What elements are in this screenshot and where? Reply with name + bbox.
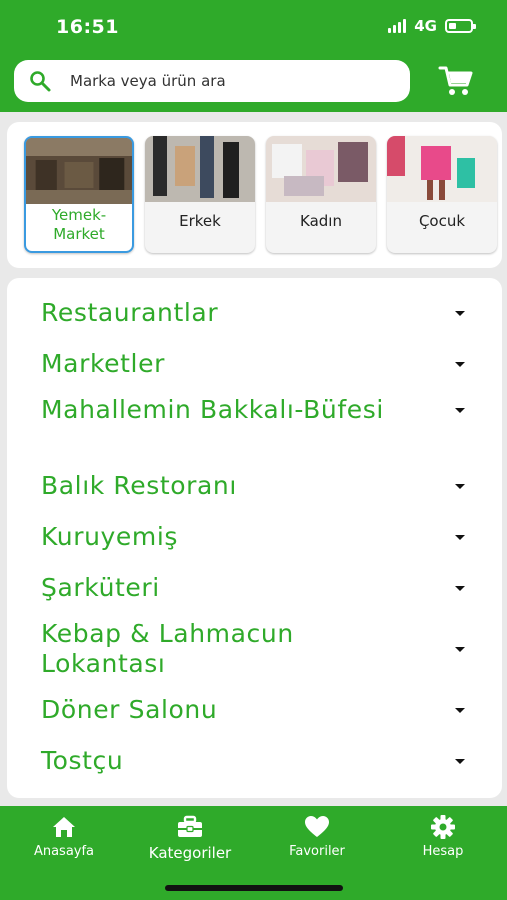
home-indicator (165, 885, 343, 891)
caret-down-icon (455, 310, 465, 316)
briefcase-icon (135, 814, 245, 840)
tab-label: Anasayfa (33, 844, 95, 859)
section-item-balik-restorani[interactable]: Balık Restoranı (41, 471, 471, 501)
section-label: Döner Salonu (41, 695, 218, 724)
section-item-doner-salonu[interactable]: Döner Salonu (41, 695, 471, 725)
tab-label: Hesap (422, 844, 464, 859)
home-icon (9, 814, 119, 840)
status-time: 16:51 (56, 16, 119, 38)
category-label: Çocuk (418, 212, 466, 230)
tab-favoriler[interactable]: Favoriler (262, 814, 372, 859)
section-item-kuruyemis[interactable]: Kuruyemiş (41, 522, 471, 552)
category-label: Erkek (179, 212, 221, 230)
category-tile-yemek-market[interactable]: Yemek- Market (24, 136, 134, 253)
tab-kategoriler[interactable]: Kategoriler (135, 814, 245, 862)
battery-icon (445, 19, 476, 33)
section-item-tostcu[interactable]: Tostçu (41, 746, 471, 776)
section-item-bakkal-bufe[interactable]: Mahallemin Bakkalı-Büfesi (41, 395, 471, 425)
status-indicators: 4G (388, 17, 476, 35)
section-item-sarkuteri[interactable]: Şarküteri (41, 573, 471, 603)
section-item-restaurantlar[interactable]: Restaurantlar (41, 298, 471, 328)
section-item-marketler[interactable]: Marketler (41, 349, 471, 379)
section-label: Kebap & Lahmacun Lokantası (41, 619, 294, 678)
section-label: Mahallemin Bakkalı-Büfesi (41, 395, 384, 424)
caret-down-icon (455, 707, 465, 713)
search-icon (28, 69, 58, 93)
section-label: Restaurantlar (41, 298, 219, 327)
section-label: Balık Restoranı (41, 471, 237, 500)
caret-down-icon (455, 407, 465, 413)
category-tile-kadin[interactable]: Kadın (266, 136, 376, 253)
search-input[interactable] (68, 71, 392, 91)
caret-down-icon (455, 585, 465, 591)
caret-down-icon (455, 534, 465, 540)
gear-icon (388, 814, 498, 840)
category-carousel[interactable]: Yemek- Market Erkek Kadın Çocuk (7, 122, 502, 268)
section-list: Restaurantlar Marketler Mahallemin Bakka… (7, 278, 502, 798)
signal-icon (388, 19, 407, 33)
section-label: Kuruyemiş (41, 522, 179, 551)
tab-label: Favoriler (289, 844, 345, 859)
section-label: Marketler (41, 349, 165, 378)
shopping-cart-icon[interactable] (438, 64, 474, 98)
section-label: Şarküteri (41, 573, 160, 602)
search-bar[interactable] (14, 60, 410, 102)
caret-down-icon (455, 361, 465, 367)
tab-label: Kategoriler (148, 844, 232, 862)
category-image (145, 136, 255, 202)
category-label: Kadın (300, 212, 342, 230)
category-image (266, 136, 376, 202)
section-item-kebap-lahmacun[interactable]: Kebap & Lahmacun Lokantası (41, 619, 471, 679)
network-type: 4G (414, 17, 437, 35)
caret-down-icon (455, 483, 465, 489)
category-label: Yemek- Market (51, 206, 107, 243)
heart-icon (262, 814, 372, 840)
category-tile-erkek[interactable]: Erkek (145, 136, 255, 253)
category-image (26, 138, 132, 204)
tab-anasayfa[interactable]: Anasayfa (9, 814, 119, 859)
app-header: 16:51 4G (0, 0, 507, 112)
tab-hesap[interactable]: Hesap (388, 814, 498, 859)
caret-down-icon (455, 758, 465, 764)
category-tile-cocuk[interactable]: Çocuk (387, 136, 497, 253)
category-image (387, 136, 497, 202)
caret-down-icon (455, 646, 465, 652)
section-label: Tostçu (41, 746, 124, 775)
